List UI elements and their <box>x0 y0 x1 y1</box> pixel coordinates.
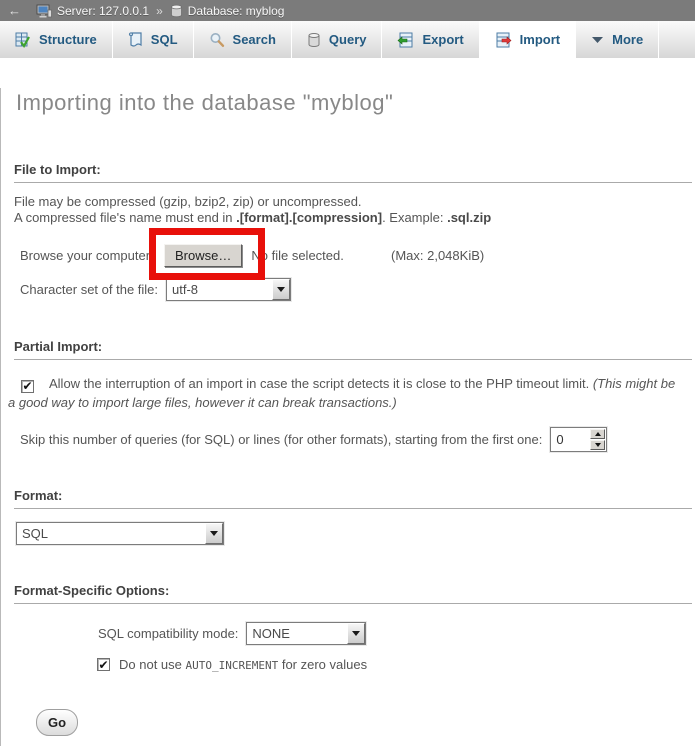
section-title-format: Format: <box>14 488 692 509</box>
tab-export[interactable]: Export <box>382 21 479 58</box>
tab-bar: Structure SQL Search Query Export Import <box>0 21 695 58</box>
tab-label: Query <box>329 32 367 47</box>
sql-compatibility-row: SQL compatibility mode: NONE <box>1 621 695 645</box>
charset-dropdown-arrow-icon[interactable] <box>272 279 290 300</box>
skip-queries-input[interactable]: 0 <box>550 427 607 452</box>
tab-search[interactable]: Search <box>194 21 292 58</box>
compression-example: .sql.zip <box>447 210 491 225</box>
tab-query[interactable]: Query <box>292 21 383 58</box>
browse-label: Browse your computer: <box>20 248 164 263</box>
structure-icon <box>15 32 31 48</box>
compression-line1: File may be compressed (gzip, bzip2, zip… <box>14 194 362 209</box>
sql-compatibility-dropdown-arrow-icon[interactable] <box>347 623 365 644</box>
tab-label: More <box>612 32 643 47</box>
breadcrumb-server[interactable]: Server: 127.0.0.1 <box>57 4 149 18</box>
tab-label: Export <box>422 32 463 47</box>
tab-structure[interactable]: Structure <box>0 21 113 58</box>
auto-increment-row: ✔ Do not use AUTO_INCREMENT for zero val… <box>1 656 695 673</box>
breadcrumb-separator: » <box>156 4 163 18</box>
spinner-down-button[interactable] <box>590 440 605 450</box>
query-icon <box>307 32 321 48</box>
spinner-up-button[interactable] <box>590 429 605 439</box>
compression-line2-prefix: A compressed file's name must end in <box>14 210 236 225</box>
skip-queries-label: Skip this number of queries (for SQL) or… <box>20 432 542 447</box>
auto-increment-checkbox[interactable]: ✔ <box>97 658 110 671</box>
tab-label: Import <box>520 32 560 47</box>
compression-format-pattern: .[format].[compression] <box>236 210 382 225</box>
format-select[interactable]: SQL <box>16 522 224 545</box>
auto-increment-code: AUTO_INCREMENT <box>186 659 279 672</box>
format-row: SQL <box>1 522 695 545</box>
section-title-partial-import: Partial Import: <box>14 339 692 360</box>
tab-sql[interactable]: SQL <box>113 21 194 58</box>
breadcrumb-bar: ← Server: 127.0.0.1 » Database: myblog <box>0 0 695 21</box>
allow-interruption-checkbox[interactable]: ✔ <box>21 380 34 393</box>
format-dropdown-arrow-icon[interactable] <box>205 523 223 544</box>
compression-help-text: File may be compressed (gzip, bzip2, zip… <box>14 194 685 226</box>
charset-label: Character set of the file: <box>20 282 166 297</box>
section-title-file-to-import: File to Import: <box>14 162 692 183</box>
skip-queries-row: Skip this number of queries (for SQL) or… <box>1 427 695 452</box>
import-page: Importing into the database "myblog" Fil… <box>0 88 695 746</box>
skip-queries-value: 0 <box>551 428 589 451</box>
browse-row: Browse your computer: Browse… No file se… <box>1 243 695 268</box>
go-button[interactable]: Go <box>36 709 78 736</box>
auto-increment-prefix: Do not use <box>119 657 186 672</box>
tab-label: SQL <box>151 32 178 47</box>
sql-compatibility-select[interactable]: NONE <box>246 622 366 645</box>
format-selected-value: SQL <box>17 523 205 544</box>
charset-select[interactable]: utf-8 <box>166 278 291 301</box>
back-arrow-icon[interactable]: ← <box>8 3 21 18</box>
allow-interruption-label: Allow the interruption of an import in c… <box>49 376 593 391</box>
sql-compatibility-label: SQL compatibility mode: <box>98 626 238 641</box>
database-icon <box>170 4 183 18</box>
chevron-down-icon <box>591 36 604 44</box>
charset-row: Character set of the file: utf-8 <box>1 277 695 301</box>
skip-queries-spinner <box>589 428 606 451</box>
page-title: Importing into the database "myblog" <box>16 88 695 118</box>
allow-interruption-row: ✔ Allow the interruption of an import in … <box>8 374 686 412</box>
tab-more[interactable]: More <box>576 21 659 58</box>
tab-label: Search <box>233 32 276 47</box>
browse-button[interactable]: Browse… <box>164 244 242 267</box>
export-icon <box>397 32 414 48</box>
sql-icon <box>128 32 143 48</box>
auto-increment-suffix: for zero values <box>278 657 367 672</box>
auto-increment-label: Do not use AUTO_INCREMENT for zero value… <box>119 657 367 672</box>
max-size-text: (Max: 2,048KiB) <box>391 248 484 263</box>
search-icon <box>209 32 225 48</box>
import-icon <box>495 32 512 48</box>
sql-compatibility-value: NONE <box>247 623 347 644</box>
section-title-format-specific-options: Format-Specific Options: <box>14 583 692 604</box>
tab-label: Structure <box>39 32 97 47</box>
server-icon <box>36 4 52 18</box>
tab-import[interactable]: Import <box>480 21 576 58</box>
compression-line2-mid: . Example: <box>382 210 447 225</box>
breadcrumb-database[interactable]: Database: myblog <box>188 4 285 18</box>
no-file-selected-text: No file selected. <box>251 248 344 263</box>
charset-selected-value: utf-8 <box>167 279 272 300</box>
